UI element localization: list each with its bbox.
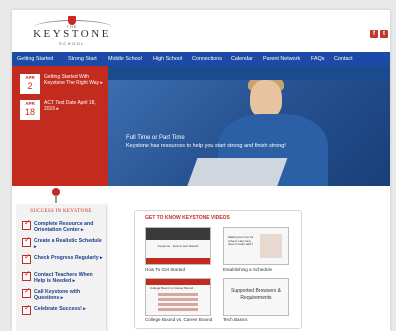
hero-image[interactable]: Full Time or Part Time Keystone has reso… [108,80,390,186]
checkbox-icon: ✓ [22,219,31,230]
hero-caption-text: Keystone has resources to help you start… [126,143,286,149]
checklist-link[interactable]: Complete Resource and Orientation Center… [34,221,104,233]
thumbnail-banner [146,228,210,240]
thumbnail-photo [260,234,282,258]
checkbox-icon: ✓ [22,304,31,315]
video-caption[interactable]: College Bound vs. Career Bound [145,317,212,322]
video-thumbnail[interactable]: College Bound vs Career Bound [145,278,211,316]
date-badge: APR 2 [20,74,40,94]
nav-getting-started[interactable]: Getting Started [17,52,53,66]
checklist-link[interactable]: Celebrate Success! ▸ [34,306,104,312]
nav-calendar[interactable]: Calendar [231,52,253,66]
nav-contact[interactable]: Contact [334,52,353,66]
success-checklist: SUCCESS IN KEYSTONE ✓ Complete Resource … [16,204,106,331]
hero-caption-title: Full Time or Part Time [126,135,185,141]
nav-middle-school[interactable]: Middle School [108,52,142,66]
event-day: 18 [24,107,35,117]
video-thumbnail[interactable]: Supported Browsers & Requirements [223,278,289,316]
checkbox-icon: ✓ [22,253,31,264]
laptop [186,158,288,186]
nav-connections[interactable]: Connections [192,52,222,66]
event-day: 2 [27,81,33,91]
videos-title: GET TO KNOW KEYSTONE VIDEOS [145,215,230,221]
video-thumbnail[interactable]: Making the time for school: How long doe… [223,227,289,265]
thumbnail-row [158,298,198,301]
nav-parent-network[interactable]: Parent Network [263,52,300,66]
student-head [250,80,282,118]
video-caption[interactable]: How To Get Started [145,267,185,272]
keystone-logo[interactable]: THE KEYSTONE SCHOOL [24,16,124,50]
thumbnail-text: College Bound vs Career Bound [150,286,194,290]
event-item[interactable]: APR 2 Getting Started With Keystone The … [20,74,104,96]
thumbnail-text: Keystone - How to Get Started [157,244,199,248]
thumbnail-text: Supported Browsers & Requirements [230,288,282,301]
videos-panel: GET TO KNOW KEYSTONE VIDEOS Keystone - H… [134,210,302,329]
pushpin-stem [55,195,57,203]
video-thumbnail[interactable]: Keystone - How to Get Started [145,227,211,265]
event-month: APR [25,75,35,80]
checkbox-icon: ✓ [22,236,31,247]
events-panel: APR 2 Getting Started With Keystone The … [12,66,108,186]
thumbnail-row [158,303,198,306]
logo-school: SCHOOL [59,41,85,46]
thumbnail-row [158,308,198,311]
facebook-icon[interactable]: f [370,30,378,38]
event-item[interactable]: APR 18 ACT Test Date April 18, 2015 ▸ [20,100,104,122]
site-header: THE KEYSTONE SCHOOL f t [12,10,390,52]
twitter-icon[interactable]: t [380,30,388,38]
checklist-title: SUCCESS IN KEYSTONE [30,209,92,214]
event-title[interactable]: Getting Started With Keystone The Right … [44,74,104,86]
event-title[interactable]: ACT Test Date April 18, 2015 ▸ [44,100,104,112]
checklist-link[interactable]: Check Progress Regularly ▸ [34,255,104,261]
nav-high-school[interactable]: High School [153,52,182,66]
page: THE KEYSTONE SCHOOL f t Getting Started … [12,10,390,331]
thumbnail-text: Making the time for school: How long doe… [228,235,254,246]
logo-name: KEYSTONE [33,28,111,40]
main-nav: Getting Started Strong Start Middle Scho… [12,52,390,66]
video-caption[interactable]: Tech Basics [223,317,248,322]
date-badge: APR 18 [20,100,40,120]
nav-strong-start[interactable]: Strong Start [68,52,97,66]
checkbox-icon: ✓ [22,287,31,298]
thumbnail-banner [146,279,210,285]
checklist-link[interactable]: Contact Teachers When Help is Needed ▸ [34,272,104,284]
checklist-link[interactable]: Create a Realistic Schedule ▸ [34,238,104,250]
event-month: APR [25,101,35,106]
hero-banner: APR 2 Getting Started With Keystone The … [12,66,390,186]
thumbnail-strip [146,258,210,264]
checkbox-icon: ✓ [22,270,31,281]
video-caption[interactable]: Establishing a Schedule [223,267,272,272]
nav-faqs[interactable]: FAQs [311,52,324,66]
thumbnail-row [158,293,198,296]
checklist-link[interactable]: Call Keystone with Questions ▸ [34,289,104,301]
